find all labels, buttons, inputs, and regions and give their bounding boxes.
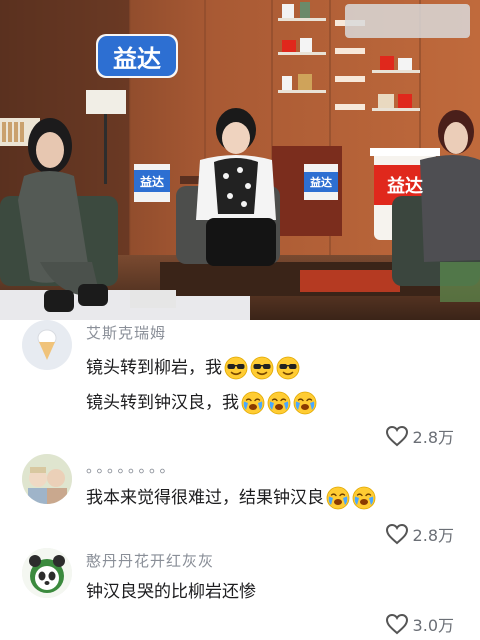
like-count: 2.8万 (412, 526, 454, 545)
cup-logo-left: 益达 (134, 170, 170, 192)
comment-list: 艾斯克瑞姆 镜头转到柳岩，我 镜头转到钟汉良，我 2.8万 。。。。。。。。 我… (0, 320, 480, 640)
brand-logo: 益达 (99, 37, 175, 75)
photo-avatar[interactable] (22, 454, 72, 504)
brand-logo-text: 益达 (113, 44, 161, 73)
crying-face-emoji (241, 391, 265, 415)
comment-text: 我本来觉得很难过，结果钟汉良 (86, 488, 324, 508)
heart-outline-icon (385, 613, 408, 635)
heart-outline-icon (385, 425, 408, 447)
panda-avatar[interactable] (22, 548, 72, 598)
comment-text-line: 镜头转到柳岩，我 (86, 356, 300, 380)
comment-text-line: 镜头转到钟汉良，我 (86, 391, 317, 415)
comment-text: 镜头转到钟汉良，我 (86, 393, 239, 413)
comment-username[interactable]: 憨丹丹花开红灰灰 (86, 550, 214, 571)
ice-cream-avatar[interactable] (22, 320, 72, 370)
talk-show-scene (0, 0, 480, 320)
cup-logo-right-text: 益达 (310, 176, 332, 189)
comment-item: 艾斯克瑞姆 镜头转到柳岩，我 镜头转到钟汉良，我 2.8万 (0, 320, 480, 455)
emoji-group (222, 356, 300, 380)
video-frame[interactable]: 益达 益达 益达 益达 (0, 0, 480, 320)
like-count: 3.0万 (412, 616, 454, 635)
crying-face-emoji (352, 486, 376, 510)
comment-item: 。。。。。。。。 我本来觉得很难过，结果钟汉良 2.8万 (0, 452, 480, 552)
comment-username[interactable]: 。。。。。。。。 (86, 456, 178, 477)
comment-text: 镜头转到柳岩，我 (86, 358, 222, 378)
like-button[interactable]: 3.0万 (385, 612, 454, 636)
comment-username[interactable]: 艾斯克瑞姆 (86, 322, 166, 343)
like-button[interactable]: 2.8万 (385, 522, 454, 546)
heart-outline-icon (385, 523, 408, 545)
crying-face-emoji (267, 391, 291, 415)
emoji-group (324, 486, 376, 510)
sunglasses-face-emoji (250, 356, 274, 380)
sunglasses-face-emoji (224, 356, 248, 380)
like-count: 2.8万 (412, 428, 454, 447)
comment-text: 钟汉良哭的比柳岩还惨 (86, 582, 256, 602)
big-cup-logo: 益达 (374, 170, 436, 200)
comment-text-line: 钟汉良哭的比柳岩还惨 (86, 580, 256, 604)
big-cup-logo-text: 益达 (387, 176, 423, 197)
comment-text-line: 我本来觉得很难过，结果钟汉良 (86, 486, 376, 510)
like-button[interactable]: 2.8万 (385, 424, 454, 448)
crying-face-emoji (293, 391, 317, 415)
comment-item: 憨丹丹花开红灰灰 钟汉良哭的比柳岩还惨 3.0万 (0, 548, 480, 640)
sunglasses-face-emoji (276, 356, 300, 380)
cup-logo-right: 益达 (304, 172, 338, 192)
cup-logo-left-text: 益达 (139, 174, 164, 189)
emoji-group (239, 391, 317, 415)
crying-face-emoji (326, 486, 350, 510)
